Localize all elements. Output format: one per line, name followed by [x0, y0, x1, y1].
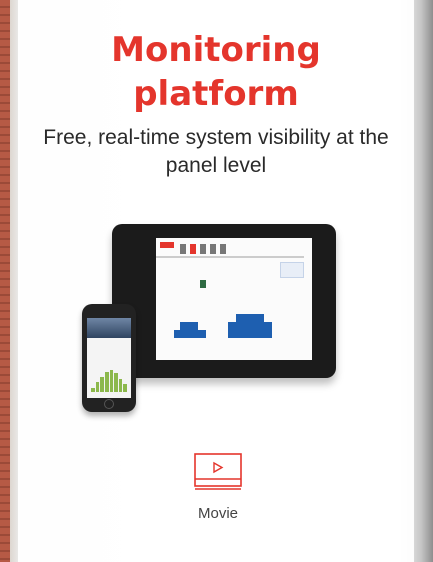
- brick-wall: [0, 0, 10, 562]
- panel-array: [228, 322, 272, 330]
- building-edge: [421, 0, 433, 562]
- title-line-2: platform: [133, 74, 299, 114]
- panel-array: [180, 322, 198, 330]
- header-icon: [200, 244, 206, 254]
- phone-energy-chart: [91, 370, 127, 392]
- movie-label[interactable]: Movie: [166, 505, 270, 522]
- panel-array: [236, 314, 264, 322]
- app-logo: [160, 242, 174, 248]
- panel-array: [228, 330, 272, 338]
- header-icon: [210, 244, 216, 254]
- gateway-node: [200, 280, 206, 288]
- tablet-device-image: [112, 224, 336, 378]
- panel-array: [174, 330, 206, 338]
- movie-button[interactable]: [191, 452, 245, 494]
- tablet-screen: [156, 238, 312, 360]
- phone-screen: [87, 318, 131, 398]
- video-play-icon: [194, 453, 242, 490]
- divider: [156, 256, 304, 258]
- phone-header-photo: [87, 318, 131, 338]
- title-line-1: Monitoring: [111, 30, 321, 70]
- page-title: Monitoring platform: [18, 28, 414, 116]
- info-panel: [280, 262, 304, 278]
- header-icon: [190, 244, 196, 254]
- phone-home-button: [104, 399, 114, 409]
- header-icon: [220, 244, 226, 254]
- tablet-app-header: [160, 242, 308, 256]
- subtitle: Free, real-time system visibility at the…: [43, 126, 389, 177]
- phone-device-image: [82, 304, 136, 412]
- header-icon: [180, 244, 186, 254]
